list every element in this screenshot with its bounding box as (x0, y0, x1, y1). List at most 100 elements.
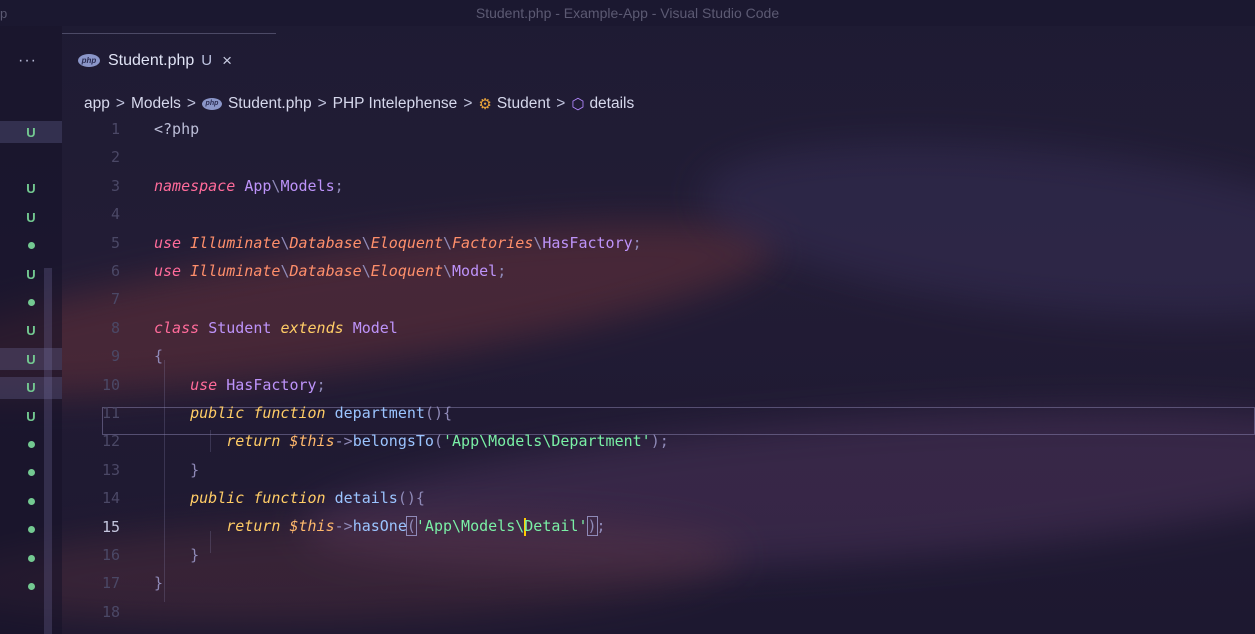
code-line[interactable]: 10 use HasFactory; (62, 374, 1255, 396)
code-token: function (253, 489, 326, 508)
chevron-right-icon: > (115, 95, 125, 112)
code-token: $this (289, 432, 335, 451)
code-text: <?php (130, 120, 199, 138)
untracked-marker: U (0, 263, 62, 285)
code-text: } (130, 574, 163, 592)
line-number: 12 (101, 432, 120, 451)
dot-icon (27, 554, 35, 562)
modified-dot-icon (0, 433, 62, 455)
code-line[interactable]: 5 use Illuminate\Database\Eloquent\Factor… (62, 232, 1255, 254)
code-token: Models (280, 176, 335, 195)
dot-icon (27, 242, 35, 250)
code-line[interactable]: 12 return $this->belongsTo('App\Models\D… (62, 430, 1255, 452)
code-line[interactable]: 7 (62, 288, 1255, 310)
code-token: extends (280, 318, 344, 337)
breadcrumb-item-file[interactable]: Student.php (228, 95, 312, 113)
code-token: 'App\Models\Department' (443, 432, 651, 451)
code-token: public (190, 489, 245, 508)
code-line[interactable]: 3 namespace App\Models; (62, 175, 1255, 197)
code-line[interactable]: 16 } (62, 544, 1255, 566)
code-line[interactable]: 15 return $this->hasOne('App\Models\Deta… (62, 516, 1255, 538)
modified-dot-icon (0, 575, 62, 597)
code-token: Eloquent (370, 262, 443, 280)
code-line[interactable]: 4 (62, 203, 1255, 225)
tab-student-php[interactable]: php Student.php U × (62, 33, 276, 87)
breadcrumb-item-class[interactable]: Student (497, 95, 550, 113)
modified-dot-icon (0, 490, 62, 512)
code-editor[interactable]: 1 <?php 2 3 namespace App\Models; 4 5 use Illum… (62, 118, 1255, 634)
code-token: \ (361, 262, 371, 280)
code-text: use Illuminate\Database\Eloquent\Factori… (130, 234, 642, 252)
code-token: class (154, 318, 200, 337)
code-text: } (130, 461, 199, 479)
code-token: ; (334, 176, 344, 195)
line-number: 17 (101, 574, 120, 593)
untracked-marker: U (0, 405, 62, 427)
code-token: Database (289, 233, 362, 252)
code-token: use (154, 262, 182, 280)
line-number: 10 (101, 375, 120, 394)
line-number: 5 (110, 233, 120, 252)
class-icon: ⚙ (478, 96, 492, 113)
untracked-label: U (26, 266, 36, 282)
untracked-marker: U (0, 320, 62, 342)
code-line[interactable]: 9{ (62, 345, 1255, 367)
untracked-marker: U (0, 121, 62, 143)
code-line[interactable]: 13 } (62, 459, 1255, 481)
code-line[interactable]: 14 public function details(){ (62, 487, 1255, 509)
code-token: Student (208, 318, 272, 337)
modified-dot-icon (0, 291, 62, 313)
code-line[interactable]: 6 use Illuminate\Database\Eloquent\Model; (62, 260, 1255, 282)
code-line[interactable]: 8 class Student extends Model (62, 317, 1255, 339)
untracked-label: U (26, 181, 36, 197)
code-line[interactable]: 1 <?php (62, 118, 1255, 140)
line-number: 18 (101, 602, 120, 621)
untracked-marker: U (0, 348, 62, 371)
code-token: use (154, 233, 182, 252)
code-text: use Illuminate\Database\Eloquent\Model; (130, 262, 506, 280)
code-token: Illuminate (190, 233, 281, 252)
line-number: 13 (101, 460, 120, 479)
code-text: namespace App\Models; (130, 177, 344, 195)
more-actions-icon[interactable]: ··· (18, 52, 37, 70)
untracked-marker: U (0, 376, 62, 399)
code-token: details (334, 489, 398, 508)
line-number: 8 (110, 318, 120, 337)
code-token: Eloquent (370, 233, 443, 252)
code-token: Illuminate (190, 262, 281, 280)
code-line[interactable]: 2 (62, 146, 1255, 168)
code-token: \ (533, 233, 543, 252)
code-token: public (190, 404, 245, 422)
close-icon[interactable]: × (222, 51, 232, 71)
breadcrumb: app > Models > php Student.php > PHP Int… (84, 93, 634, 115)
untracked-marker: U (0, 178, 62, 200)
matching-bracket: ( (405, 516, 417, 537)
code-line[interactable]: 17} (62, 572, 1255, 594)
code-line[interactable]: 11 public function department(){ (62, 402, 1255, 424)
code-token: \ (443, 233, 453, 252)
code-token: Detail' (524, 517, 588, 536)
code-token: } (190, 546, 200, 564)
code-token: return (226, 432, 281, 451)
modified-dot-icon (0, 235, 62, 257)
code-token: App (244, 176, 272, 195)
line-number: 1 (110, 120, 120, 138)
untracked-label: U (26, 380, 36, 396)
breadcrumb-item-app[interactable]: app (84, 95, 110, 113)
code-token: ; (632, 233, 642, 252)
breadcrumb-item-models[interactable]: Models (131, 95, 181, 113)
code-line[interactable]: 18 (62, 601, 1255, 623)
untracked-label: U (26, 351, 36, 367)
breadcrumb-item-intelephense[interactable]: PHP Intelephense (333, 95, 458, 113)
breadcrumb-item-method[interactable]: details (589, 95, 634, 113)
dot-icon (27, 298, 35, 306)
